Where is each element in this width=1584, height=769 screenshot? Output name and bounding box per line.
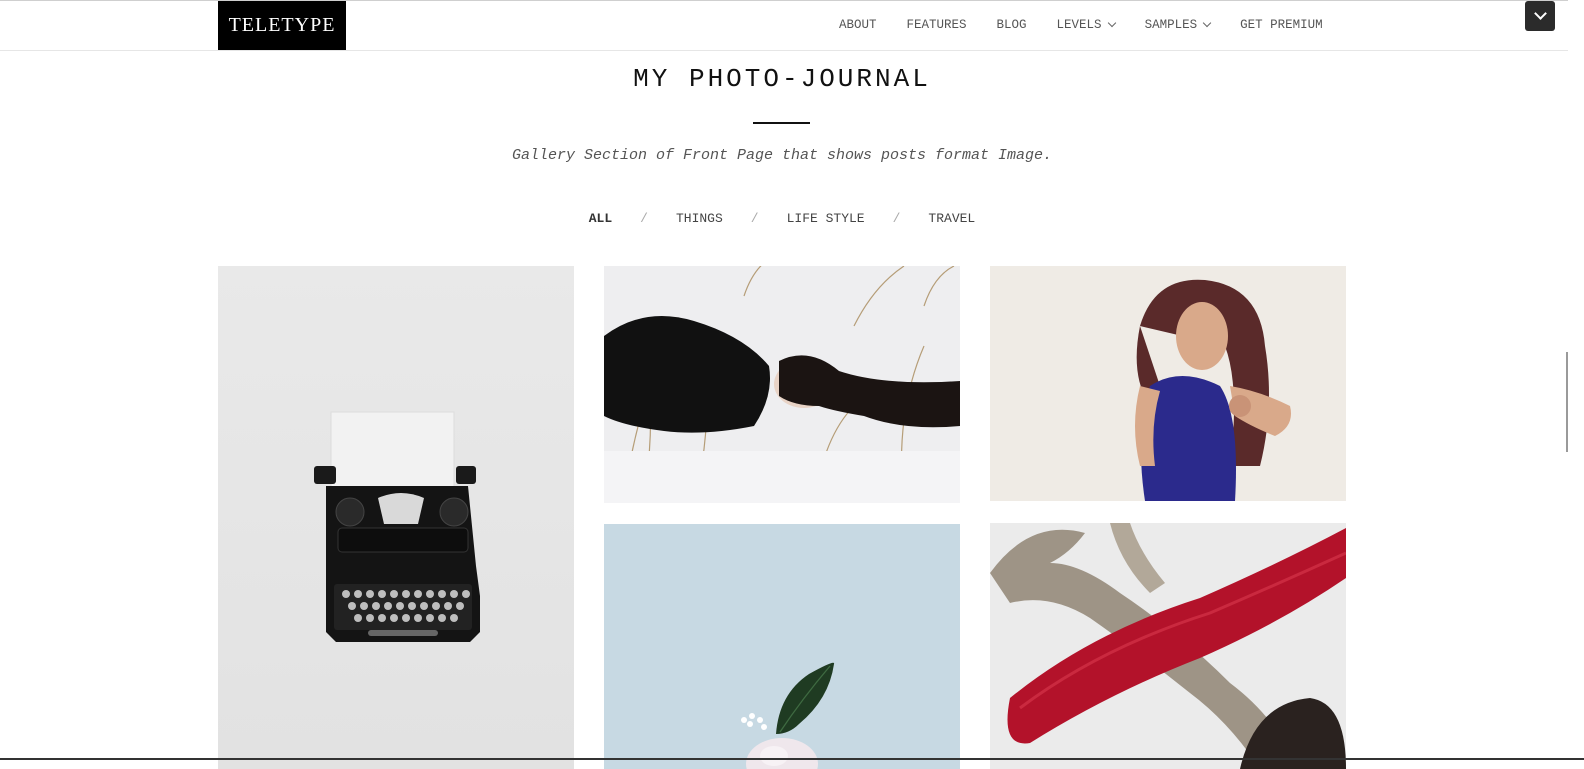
chevron-down-icon [1107, 18, 1116, 28]
site-logo[interactable]: TELETYPE [218, 1, 346, 50]
nav-item-samples[interactable]: SAMPLES [1145, 18, 1212, 32]
site-header: TELETYPE ABOUT FEATURES BLOG LEVELS SAMP… [0, 1, 1568, 51]
nav-item-get-premium[interactable]: GET PREMIUM [1240, 18, 1323, 32]
filter-all[interactable]: ALL [589, 211, 612, 226]
typewriter-illustration [314, 411, 480, 642]
collapse-toggle-button[interactable] [1525, 1, 1555, 31]
filter-separator: / [892, 211, 901, 226]
scrollbar-thumb[interactable] [1566, 352, 1568, 452]
filter-life-style[interactable]: LIFE STYLE [787, 211, 865, 226]
chevron-down-icon [1533, 7, 1547, 20]
nav-item-about[interactable]: ABOUT [839, 18, 877, 32]
nav-item-features[interactable]: FEATURES [907, 18, 967, 32]
gallery-filters: ALL / THINGS / LIFE STYLE / TRAVEL [0, 211, 1564, 226]
filter-separator: / [640, 211, 648, 226]
gallery-image-typewriter[interactable] [218, 266, 574, 769]
nav-item-blog[interactable]: BLOG [997, 18, 1027, 32]
nav-item-levels[interactable]: LEVELS [1057, 18, 1116, 32]
filter-things[interactable]: THINGS [676, 211, 723, 226]
main-nav: ABOUT FEATURES BLOG LEVELS SAMPLES GET P… [839, 18, 1323, 32]
gallery-image-leaf-flower[interactable] [604, 524, 960, 769]
section-subtitle: Gallery Section of Front Page that shows… [511, 147, 1053, 164]
antler-red-illustration [990, 523, 1346, 769]
woman-blue-illustration [990, 266, 1346, 501]
section-title: MY PHOTO-JOURNAL [633, 64, 931, 94]
gallery-image-woman-blue[interactable] [990, 266, 1346, 501]
filter-travel[interactable]: TRAVEL [928, 211, 975, 226]
chevron-down-icon [1202, 18, 1212, 28]
woman-snow-illustration [604, 266, 960, 503]
window-bottom-border [0, 758, 1584, 760]
leaf-flower-illustration [604, 524, 960, 769]
filter-separator: / [750, 211, 759, 226]
gallery-image-antler-red[interactable] [990, 523, 1346, 769]
scrollbar-track[interactable] [1568, 0, 1584, 769]
title-divider [753, 122, 810, 124]
gallery-image-woman-snow[interactable] [604, 266, 960, 503]
